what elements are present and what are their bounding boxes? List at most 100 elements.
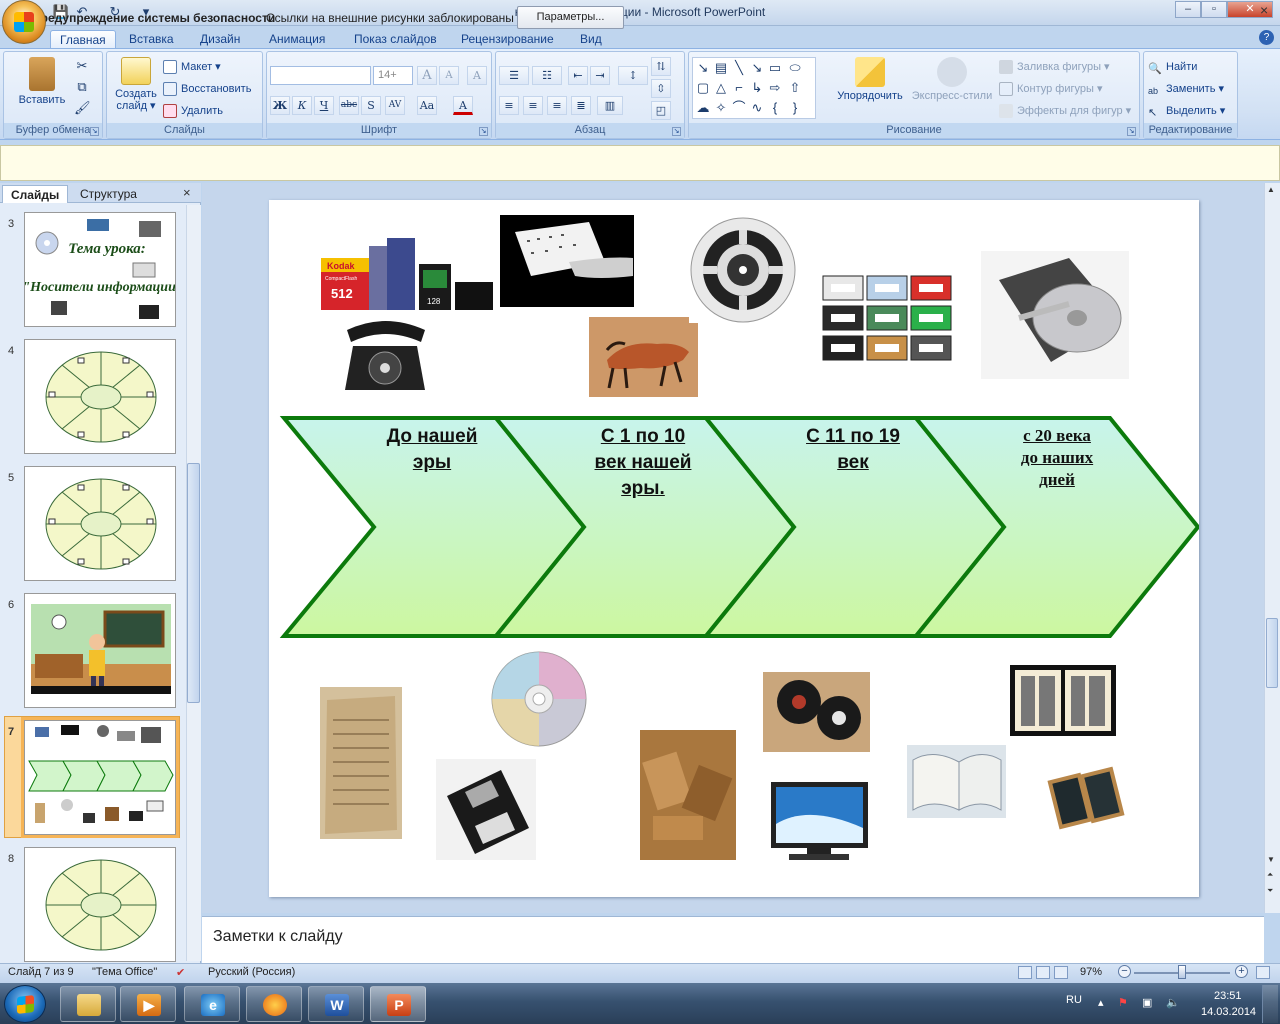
paste-button[interactable]: Вставить <box>12 57 72 106</box>
curve-shape-icon[interactable]: ∿ <box>749 100 765 116</box>
char-spacing-button[interactable]: AV <box>385 96 405 115</box>
columns-icon[interactable]: ▥ <box>597 96 623 115</box>
bullets-icon[interactable]: ☰ <box>499 66 529 85</box>
format-painter-icon[interactable]: 🖌 <box>74 100 91 116</box>
quick-styles-button[interactable]: Экспресс-стили <box>907 57 997 102</box>
tray-language[interactable]: RU <box>1066 994 1082 1006</box>
font-size-select[interactable]: 14+ <box>373 66 413 85</box>
clipboard-launcher-icon[interactable]: ↘ <box>90 127 99 136</box>
office-button[interactable] <box>2 0 46 44</box>
shapes-gallery[interactable]: ↘ ▤ ╲ ↘ ▭ ⬭ ▢ △ ⌐ ↳ ⇨ ⇧ ☁ ✧ ⌒ ∿ { } <box>692 57 816 119</box>
arrange-button[interactable]: Упорядочить <box>829 57 911 102</box>
security-close-icon[interactable]: × <box>1260 2 1274 18</box>
font-color-button[interactable]: A <box>453 96 473 115</box>
underline-button[interactable]: Ч <box>314 96 334 115</box>
main-scroll-thumb[interactable] <box>1266 618 1278 688</box>
drawing-launcher-icon[interactable]: ↘ <box>1127 127 1136 136</box>
line-shape-icon[interactable]: ↘ <box>695 60 711 76</box>
italic-button[interactable]: К <box>292 96 312 115</box>
textbox-shape-icon[interactable]: ▤ <box>713 60 729 76</box>
punch-card-image[interactable] <box>500 215 634 307</box>
film-reel-image[interactable] <box>689 215 804 323</box>
copy-icon[interactable]: ⧉ <box>74 79 90 95</box>
grow-font-button[interactable]: A <box>417 66 437 85</box>
align-right-icon[interactable]: ≡ <box>547 96 567 115</box>
taskbar-powerpoint[interactable]: P <box>370 986 426 1022</box>
wooden-tablets-image[interactable] <box>640 730 736 860</box>
rectangle-shape-icon[interactable]: ▭ <box>767 60 783 76</box>
prev-slide-icon[interactable]: ⏶ <box>1267 870 1273 880</box>
star-shape-icon[interactable]: ✧ <box>713 100 729 116</box>
notes-placeholder[interactable]: Заметки к слайду <box>213 928 343 946</box>
normal-view-icon[interactable] <box>1018 966 1032 979</box>
main-scrollbar[interactable] <box>1264 183 1280 913</box>
text-shadow-button[interactable]: S <box>361 96 381 115</box>
tray-network-icon[interactable]: ▣ <box>1142 996 1152 1009</box>
shape-effects-button[interactable]: Эффекты для фигур ▾ <box>999 102 1131 120</box>
zoom-slider-knob[interactable] <box>1178 965 1186 979</box>
shape-fill-button[interactable]: Заливка фигуры ▾ <box>999 58 1110 76</box>
tab-home[interactable]: Главная <box>50 30 116 48</box>
memory-cards-image[interactable]: Kodak CompactFlash 512 128 <box>321 238 493 310</box>
up-arrow-shape-icon[interactable]: ⇧ <box>787 80 803 96</box>
zoom-out-icon[interactable]: − <box>1118 965 1131 978</box>
shrink-font-button[interactable]: A <box>439 66 459 85</box>
help-icon[interactable]: ? <box>1259 30 1274 45</box>
slide-thumb-6[interactable] <box>24 593 176 708</box>
taskbar-ie[interactable]: e <box>184 986 240 1022</box>
next-slide-icon[interactable]: ⏷ <box>1267 886 1273 896</box>
papyrus-image[interactable] <box>320 687 402 839</box>
slide-sorter-view-icon[interactable] <box>1036 966 1050 979</box>
replace-button[interactable]: ab Заменить ▾ <box>1148 80 1224 98</box>
tray-volume-icon[interactable]: 🔈 <box>1166 996 1180 1009</box>
new-slide-button[interactable]: Создать слайд ▾ <box>110 57 162 112</box>
tab-outline[interactable]: Структура <box>72 185 145 203</box>
zoom-level[interactable]: 97% <box>1080 966 1102 978</box>
vinyl-records-image[interactable] <box>763 672 870 752</box>
cave-painting-image[interactable] <box>589 317 698 397</box>
line2-shape-icon[interactable]: ╲ <box>731 60 747 76</box>
slideshow-view-icon[interactable] <box>1054 966 1068 979</box>
select-button[interactable]: ↖ Выделить ▾ <box>1148 102 1225 120</box>
tab-design[interactable]: Дизайн <box>191 30 249 48</box>
font-launcher-icon[interactable]: ↘ <box>479 127 488 136</box>
slide-thumb-7[interactable] <box>21 717 179 838</box>
slide-thumb-3[interactable]: Тема урока: "Носители информации" <box>24 212 176 327</box>
cassettes-image[interactable] <box>821 274 952 364</box>
tab-slideshow[interactable]: Показ слайдов <box>345 30 446 48</box>
tab-view[interactable]: Вид <box>571 30 611 48</box>
line-spacing-icon[interactable]: ↕ <box>618 66 648 85</box>
arrow-shape-icon[interactable]: ↘ <box>749 60 765 76</box>
status-language[interactable]: Русский (Россия) <box>208 966 295 978</box>
rounded-rect-shape-icon[interactable]: ▢ <box>695 80 711 96</box>
strikethrough-button[interactable]: abc <box>339 96 359 115</box>
floppy-disk-image[interactable] <box>436 759 536 860</box>
tab-slides[interactable]: Слайды <box>2 185 69 203</box>
taskbar-explorer[interactable] <box>60 986 116 1022</box>
text-direction-icon[interactable]: ⇅ <box>651 57 671 76</box>
hard-disk-image[interactable] <box>981 251 1129 379</box>
tray-flag-icon[interactable]: ⚑ <box>1118 996 1128 1009</box>
cd-image[interactable] <box>491 651 587 747</box>
increase-indent-icon[interactable]: ⇥ <box>590 66 610 85</box>
minimize-button[interactable]: – <box>1175 1 1201 18</box>
slate-tablet-image[interactable] <box>1039 762 1137 842</box>
start-button[interactable] <box>4 985 46 1023</box>
smartart-icon[interactable]: ◰ <box>651 101 671 120</box>
manuscript-image[interactable] <box>907 745 1006 818</box>
maximize-button[interactable]: ▫ <box>1201 1 1227 18</box>
delete-slide-button[interactable]: Удалить <box>163 102 223 120</box>
scroll-down-icon[interactable]: ▼ <box>1267 855 1275 864</box>
paragraph-launcher-icon[interactable]: ↘ <box>672 127 681 136</box>
security-options-button[interactable]: Параметры... <box>517 6 624 29</box>
tv-image[interactable] <box>769 780 870 866</box>
cut-icon[interactable]: ✂ <box>74 58 90 74</box>
brace-right-shape-icon[interactable]: } <box>787 100 803 116</box>
pane-close-icon[interactable]: × <box>183 185 191 200</box>
clear-format-button[interactable]: A <box>467 66 487 85</box>
change-case-button[interactable]: Aa <box>417 96 437 115</box>
align-text-icon[interactable]: ⇳ <box>651 79 671 98</box>
bold-button[interactable]: Ж <box>270 96 290 115</box>
status-theme[interactable]: "Тема Office" <box>92 966 157 978</box>
triangle-shape-icon[interactable]: △ <box>713 80 729 96</box>
